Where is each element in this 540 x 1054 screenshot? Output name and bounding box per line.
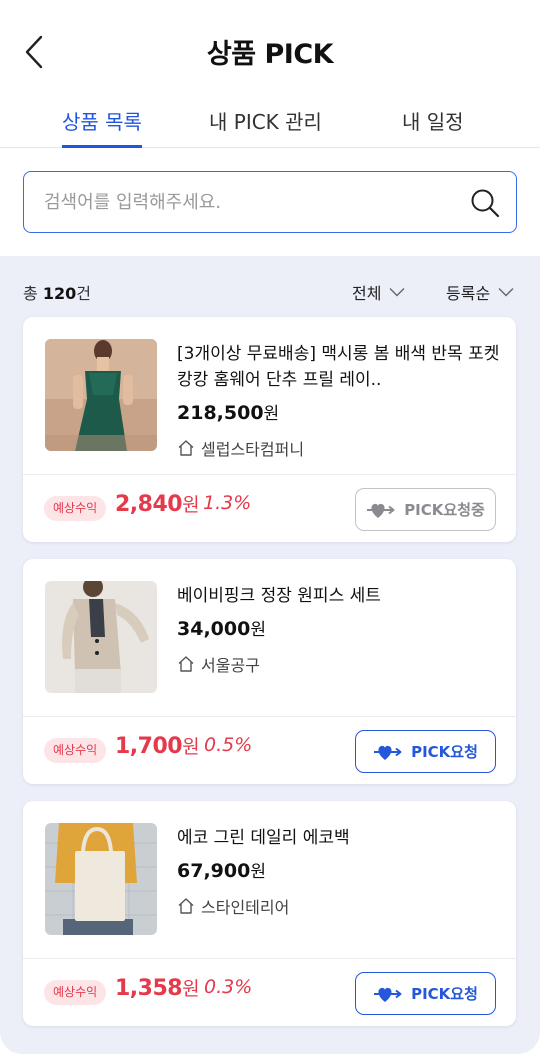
tab-label: 상품 목록 — [62, 110, 142, 134]
home-icon — [178, 898, 194, 914]
earning-unit: 원 — [182, 736, 200, 758]
product-price: 218,500원 — [177, 399, 500, 424]
product-price: 67,900원 — [177, 857, 500, 882]
home-icon — [178, 656, 194, 672]
earning-section: 예상수익 1,358원 0.3% PICK요청 — [23, 959, 516, 1026]
tab-my-schedule[interactable]: 내 일정 — [402, 96, 464, 148]
tab-product-list[interactable]: 상품 목록 — [62, 96, 142, 148]
earning-unit: 원 — [182, 978, 200, 1000]
tab-label: 내 일정 — [402, 110, 464, 134]
earning-section: 예상수익 2,840원 1.3% PICK요청중 — [23, 475, 516, 542]
product-price: 34,000원 — [177, 615, 500, 640]
seller[interactable]: 셀럽스타컴퍼니 — [177, 436, 500, 460]
count-suffix: 건 — [76, 284, 91, 303]
price-unit: 원 — [250, 862, 266, 882]
product-details: [3개이상 무료배송] 맥시롱 봄 배색 반목 포켓 캉캉 홈웨어 단추 프릴 … — [177, 341, 500, 460]
pick-button-label: PICK요청 — [411, 743, 478, 761]
expected-earning: 1,358원 — [115, 974, 200, 1001]
earning-unit: 원 — [182, 494, 200, 516]
count-value: 120 — [42, 284, 77, 303]
product-details: 베이비핑크 정장 원피스 세트 34,000원 서울공구 — [177, 583, 500, 676]
expected-earning: 1,700원 — [115, 732, 200, 759]
search-icon — [471, 189, 500, 218]
search-input[interactable] — [44, 172, 454, 232]
product-list: 총 120건 전체 등록순 [3개이상 무료배송] 맥시롱 봄 배색 반목 포켓… — [0, 256, 540, 1054]
product-info-section: 에코 그린 데일리 에코백 67,900원 스타인테리어 — [23, 801, 516, 959]
pick-button-label: PICK요청 — [411, 985, 478, 1003]
product-info-section: 베이비핑크 정장 원피스 세트 34,000원 서울공구 — [23, 559, 516, 717]
product-details: 에코 그린 데일리 에코백 67,900원 스타인테리어 — [177, 825, 500, 918]
price-value: 67,900 — [177, 860, 251, 882]
product-card[interactable]: [3개이상 무료배송] 맥시롱 봄 배색 반목 포켓 캉캉 홈웨어 단추 프릴 … — [23, 317, 516, 542]
price-unit: 원 — [250, 620, 266, 640]
heart-arrow-icon — [374, 987, 402, 1002]
product-name[interactable]: 에코 그린 데일리 에코백 — [177, 825, 500, 851]
seller[interactable]: 서울공구 — [177, 652, 500, 676]
pick-request-button[interactable]: PICK요청 — [355, 730, 496, 773]
tab-my-pick[interactable]: 내 PICK 관리 — [209, 96, 322, 148]
heart-arrow-icon — [367, 503, 395, 518]
chevron-down-icon — [389, 288, 405, 297]
price-value: 34,000 — [177, 618, 251, 640]
tab-label: 내 PICK 관리 — [209, 110, 322, 134]
page-title: 상품 PICK — [206, 39, 334, 70]
product-name[interactable]: 베이비핑크 정장 원피스 세트 — [177, 583, 500, 609]
price-unit: 원 — [263, 404, 280, 424]
category-filter-dropdown[interactable]: 전체 — [352, 280, 405, 304]
product-name[interactable]: [3개이상 무료배송] 맥시롱 봄 배색 반목 포켓 캉캉 홈웨어 단추 프릴 … — [177, 341, 500, 393]
sort-label: 등록순 — [446, 284, 491, 303]
product-image — [45, 823, 157, 935]
seller-name: 셀럽스타컴퍼니 — [201, 440, 305, 459]
commission-rate: 0.3% — [204, 976, 253, 998]
sort-dropdown[interactable]: 등록순 — [446, 280, 514, 304]
commission-rate: 0.5% — [204, 734, 253, 756]
earning-value: 1,700 — [115, 734, 183, 759]
earning-value: 1,358 — [115, 976, 183, 1001]
seller-name: 스타인테리어 — [201, 898, 290, 917]
product-info-section: [3개이상 무료배송] 맥시롱 봄 배색 반목 포켓 캉캉 홈웨어 단추 프릴 … — [23, 317, 516, 475]
pick-button-label: PICK요청중 — [404, 501, 485, 519]
product-card[interactable]: 베이비핑크 정장 원피스 세트 34,000원 서울공구 예상수익 1,700원… — [23, 559, 516, 784]
pick-request-button[interactable]: PICK요청 — [355, 972, 496, 1015]
product-card[interactable]: 에코 그린 데일리 에코백 67,900원 스타인테리어 예상수익 1,358원… — [23, 801, 516, 1026]
seller[interactable]: 스타인테리어 — [177, 894, 500, 918]
product-image — [45, 339, 157, 451]
search-button[interactable] — [468, 186, 502, 220]
earning-section: 예상수익 1,700원 0.5% PICK요청 — [23, 717, 516, 784]
commission-rate: 1.3% — [203, 492, 252, 514]
tab-bar: 상품 목록 내 PICK 관리 내 일정 — [0, 96, 540, 148]
home-icon — [178, 440, 194, 456]
seller-name: 서울공구 — [201, 656, 260, 675]
count-prefix: 총 — [23, 284, 43, 303]
expected-earning-badge: 예상수익 — [44, 980, 107, 1005]
earning-value: 2,840 — [115, 492, 183, 517]
expected-earning-badge: 예상수익 — [44, 738, 107, 763]
pick-request-pending-button[interactable]: PICK요청중 — [355, 488, 496, 531]
product-image — [45, 581, 157, 693]
expected-earning: 2,840원 — [115, 490, 200, 517]
header: 상품 PICK — [0, 0, 540, 100]
filter-label: 전체 — [352, 284, 382, 303]
search-box — [23, 171, 517, 233]
heart-arrow-icon — [374, 745, 402, 760]
expected-earning-badge: 예상수익 — [44, 496, 107, 521]
result-count: 총 120건 — [23, 280, 91, 304]
chevron-down-icon — [498, 288, 514, 297]
price-value: 218,500 — [177, 402, 264, 424]
